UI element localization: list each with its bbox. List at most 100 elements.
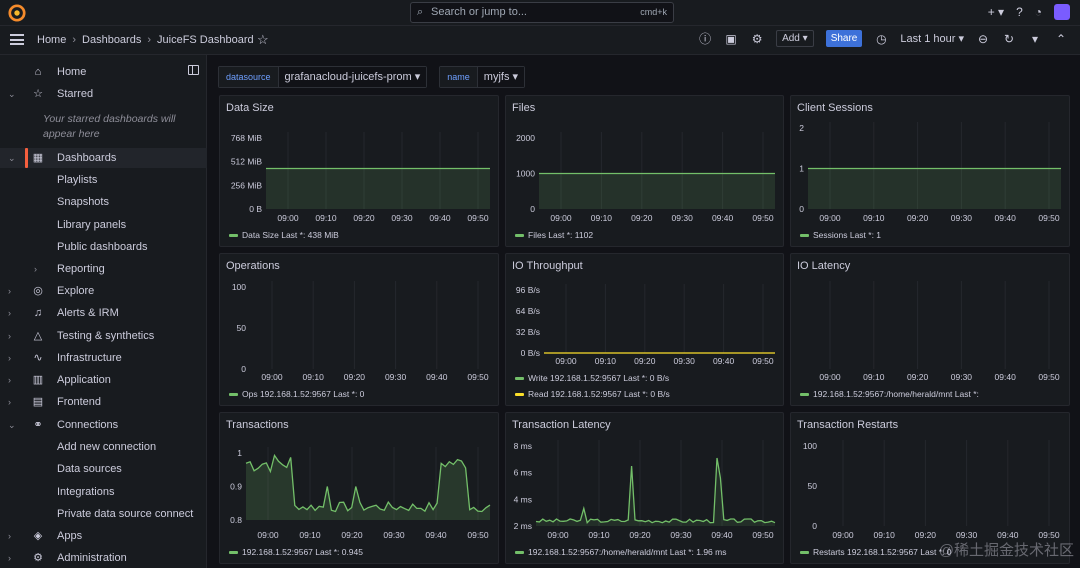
chevron-right-icon[interactable]: › bbox=[8, 286, 11, 296]
x-tick-label: 09:50 bbox=[752, 213, 774, 223]
chevron-right-icon[interactable]: › bbox=[8, 308, 11, 318]
legend-item[interactable]: Data Size Last *: 438 MiB bbox=[229, 230, 339, 240]
panel-data-size[interactable]: Data Size 768 MiB 512 MiB 256 MiB 0 B 09:00 0… bbox=[219, 95, 499, 247]
dashboard-variables: datasource grafanacloud-juicefs-prom ▾ n… bbox=[218, 66, 526, 88]
sidebar-item-private-data-source-connect[interactable]: Private data source connect bbox=[0, 504, 207, 524]
panel-io-throughput[interactable]: IO Throughput 96 B/s 64 B/s 32 B/s 0 B/s 09:… bbox=[505, 253, 784, 406]
sidebar-item-library-panels[interactable]: Library panels bbox=[0, 215, 207, 235]
name-variable[interactable]: name myjfs ▾ bbox=[439, 66, 526, 88]
series-line bbox=[535, 457, 776, 525]
y-tick-label: 1 bbox=[237, 448, 242, 458]
datasource-variable[interactable]: datasource grafanacloud-juicefs-prom ▾ bbox=[218, 66, 428, 88]
sidebar-item-apps[interactable]: › ◈ Apps bbox=[0, 526, 207, 546]
zoom-out-icon[interactable]: ⊖ bbox=[976, 32, 990, 46]
sidebar-item-reporting[interactable]: › Reporting bbox=[0, 259, 207, 279]
panel-io-latency[interactable]: IO Latency 09:00 09:10 09:20 09:30 09:40 09:5… bbox=[790, 253, 1070, 406]
panel-transactions[interactable]: Transactions 1 0.9 0.8 09:00 09:10 09:20 09:30… bbox=[219, 412, 499, 564]
watermark: @稀土掘金技术社区 bbox=[938, 542, 1074, 559]
breadcrumb-home[interactable]: Home bbox=[37, 34, 66, 46]
x-tick-label: 09:50 bbox=[752, 530, 774, 540]
y-tick-label: 0 bbox=[241, 364, 246, 374]
search-shortcut: cmd+k bbox=[640, 7, 667, 17]
y-tick-label: 2 ms bbox=[514, 521, 532, 531]
chevron-right-icon[interactable]: › bbox=[8, 331, 11, 341]
sidebar-item-alerts[interactable]: › ♫ Alerts & IRM bbox=[0, 303, 207, 323]
x-tick-label: 09:40 bbox=[426, 372, 448, 382]
x-tick-label: 09:00 bbox=[555, 356, 577, 366]
legend-item[interactable]: Restarts 192.168.1.52:9567 Last *: 0 bbox=[800, 547, 951, 557]
y-tick-label: 0 B bbox=[249, 204, 262, 214]
search-input[interactable]: ⌕ Search or jump to... cmd+k bbox=[410, 2, 674, 23]
add-button[interactable]: Add ▾ bbox=[776, 30, 814, 47]
sidebar-item-home[interactable]: ⌂ Home bbox=[0, 62, 207, 82]
legend-item[interactable]: Sessions Last *: 1 bbox=[800, 230, 881, 240]
legend-item[interactable]: 192.168.1.52:9567:/home/herald/mnt Last … bbox=[515, 547, 726, 557]
sidebar-item-testing[interactable]: › △ Testing & synthetics bbox=[0, 326, 207, 346]
sidebar-item-snapshots[interactable]: Snapshots bbox=[0, 192, 207, 212]
x-tick-label: 09:00 bbox=[819, 213, 841, 223]
sidebar-item-administration[interactable]: › ⚙ Administration bbox=[0, 548, 207, 568]
name-select[interactable]: myjfs ▾ bbox=[477, 67, 525, 87]
datasource-select[interactable]: grafanacloud-juicefs-prom ▾ bbox=[278, 67, 427, 87]
chevron-right-icon: › bbox=[72, 34, 77, 46]
sidebar-item-application[interactable]: › ▥ Application bbox=[0, 370, 207, 390]
sidebar-item-connections[interactable]: ⌄ ⚭ Connections bbox=[0, 415, 207, 435]
collapse-icon[interactable]: ⌃ bbox=[1054, 32, 1068, 46]
breadcrumb-dashboards[interactable]: Dashboards bbox=[82, 34, 141, 46]
sidebar-item-starred[interactable]: ⌄ ☆ Starred bbox=[0, 84, 207, 104]
sidebar-item-dashboards[interactable]: ⌄ ▦ Dashboards bbox=[0, 148, 207, 168]
chevron-down-icon[interactable]: ⌄ bbox=[8, 89, 16, 100]
legend-item[interactable]: Write 192.168.1.52:9567 Last *: 0 B/s bbox=[515, 373, 669, 383]
x-tick-label: 09:30 bbox=[951, 372, 973, 382]
share-button[interactable]: Share bbox=[825, 30, 863, 47]
info-icon[interactable]: ⓘ bbox=[698, 30, 712, 47]
top-bar: ⌕ Search or jump to... cmd+k + ▾ ? ◔ bbox=[0, 0, 1080, 26]
panel-files[interactable]: Files 2000 1000 0 09:00 09:10 09:20 09:30 09:40… bbox=[505, 95, 784, 247]
sidebar-item-data-sources[interactable]: Data sources bbox=[0, 459, 207, 479]
x-tick-label: 09:30 bbox=[672, 213, 694, 223]
sidebar-item-add-new-connection[interactable]: Add new connection bbox=[0, 437, 207, 457]
chevron-right-icon: › bbox=[147, 34, 152, 46]
legend-item[interactable]: Ops 192.168.1.52:9567 Last *: 0 bbox=[229, 389, 364, 399]
chevron-right-icon[interactable]: › bbox=[34, 264, 37, 274]
grafana-logo-icon[interactable] bbox=[8, 4, 26, 22]
y-tick-label: 8 ms bbox=[514, 441, 532, 451]
variable-label: datasource bbox=[219, 67, 279, 87]
x-tick-label: 09:30 bbox=[670, 530, 692, 540]
legend-item[interactable]: 192.168.1.52:9567:/home/herald/mnt Last … bbox=[800, 389, 979, 399]
sidebar-item-public-dashboards[interactable]: Public dashboards bbox=[0, 237, 207, 257]
x-tick-label: 09:50 bbox=[1038, 213, 1060, 223]
chevron-down-icon[interactable]: ⌄ bbox=[8, 420, 16, 431]
chevron-right-icon[interactable]: › bbox=[8, 353, 11, 363]
sidebar-item-infrastructure[interactable]: › ∿ Infrastructure bbox=[0, 348, 207, 368]
refresh-interval-icon[interactable]: ▾ bbox=[1028, 32, 1042, 46]
sidebar-item-integrations[interactable]: Integrations bbox=[0, 482, 207, 502]
series-area bbox=[539, 173, 775, 209]
legend-item[interactable]: Files Last *: 1102 bbox=[515, 230, 593, 240]
chevron-right-icon[interactable]: › bbox=[8, 553, 11, 563]
legend-item[interactable]: 192.168.1.52:9567 Last *: 0.945 bbox=[229, 547, 363, 557]
sidebar-item-playlists[interactable]: Playlists bbox=[0, 170, 207, 190]
chevron-right-icon[interactable]: › bbox=[8, 531, 11, 541]
panel-client-sessions[interactable]: Client Sessions 2 1 0 09:00 09:10 09:20 09:30 0… bbox=[790, 95, 1070, 247]
chevron-down-icon[interactable]: ⌄ bbox=[8, 153, 16, 164]
plus-icon[interactable]: + ▾ bbox=[988, 5, 1004, 19]
chevron-right-icon[interactable]: › bbox=[8, 375, 11, 385]
avatar[interactable] bbox=[1054, 4, 1070, 20]
x-tick-label: 09:30 bbox=[951, 213, 973, 223]
save-icon[interactable]: ▣ bbox=[724, 32, 738, 46]
menu-icon[interactable] bbox=[10, 34, 24, 45]
settings-icon[interactable]: ⚙ bbox=[750, 32, 764, 46]
chevron-right-icon[interactable]: › bbox=[8, 397, 11, 407]
time-range-picker[interactable]: Last 1 hour ▾ bbox=[900, 32, 964, 45]
help-icon[interactable]: ? bbox=[1016, 5, 1023, 19]
rss-icon[interactable]: ◔ bbox=[1035, 5, 1042, 19]
refresh-icon[interactable]: ↻ bbox=[1002, 32, 1016, 46]
sidebar-item-explore[interactable]: › ◎ Explore bbox=[0, 281, 207, 301]
x-tick-label: 09:10 bbox=[863, 372, 885, 382]
favorite-star-icon[interactable]: ☆ bbox=[257, 32, 269, 48]
panel-transaction-latency[interactable]: Transaction Latency 8 ms 6 ms 4 ms 2 ms 09:0… bbox=[505, 412, 784, 564]
legend-item[interactable]: Read 192.168.1.52:9567 Last *: 0 B/s bbox=[515, 389, 670, 399]
panel-operations[interactable]: Operations 100 50 0 09:00 09:10 09:20 09:30 09:… bbox=[219, 253, 499, 406]
sidebar-item-frontend[interactable]: › ▤ Frontend bbox=[0, 392, 207, 412]
